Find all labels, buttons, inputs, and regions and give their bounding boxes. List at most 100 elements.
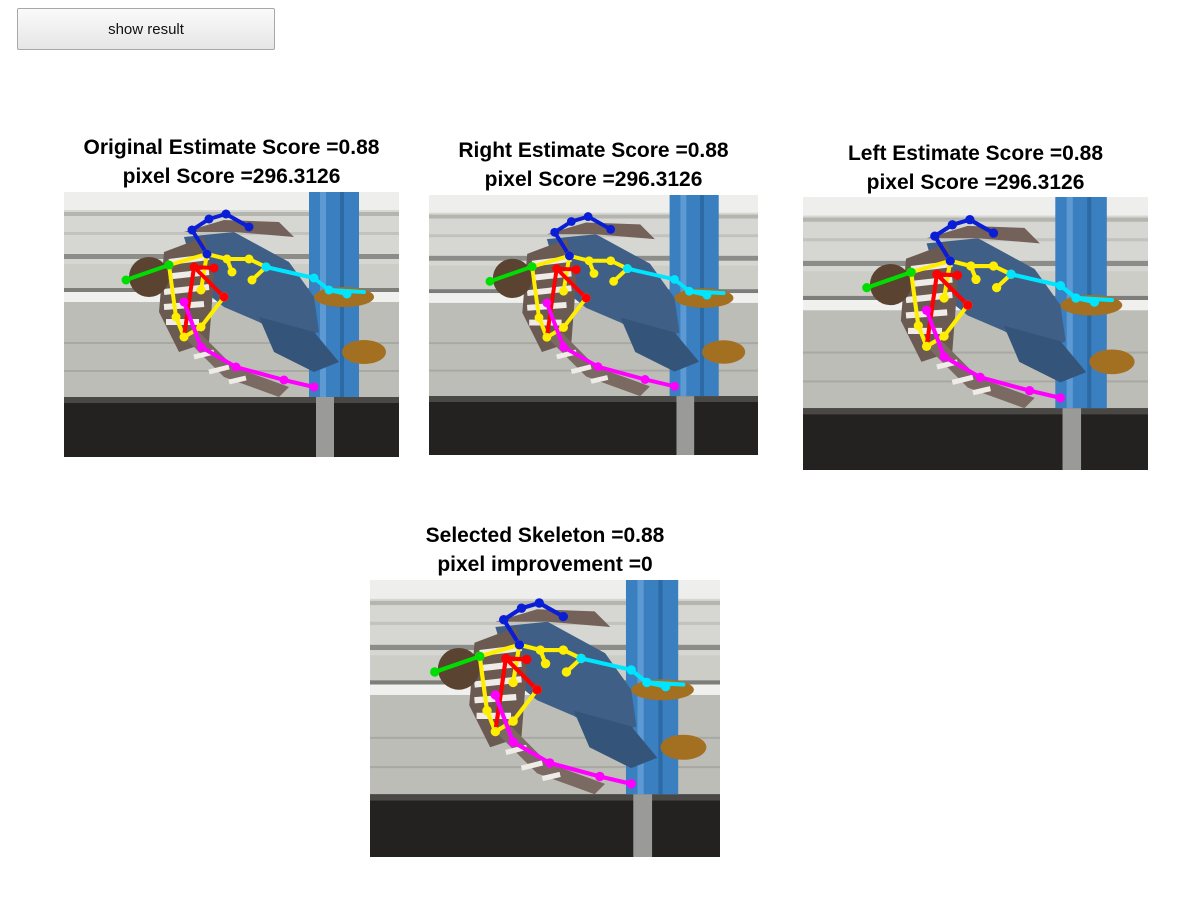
skeleton-joint [342, 289, 352, 299]
skeleton-joint [508, 677, 518, 688]
skeleton-joint [244, 222, 254, 232]
right-score-line: Right Estimate Score =0.88 [458, 139, 729, 162]
skeleton-joint [606, 224, 616, 234]
skeleton-joint [561, 667, 572, 677]
skeleton-joint [501, 653, 511, 664]
skeleton-joint [550, 227, 560, 237]
panel-title: Left Estimate Score =0.88 pixel Score =2… [803, 139, 1148, 197]
original-pixel-score-line: pixel Score =296.3126 [122, 165, 341, 188]
skeleton-joint [971, 274, 981, 285]
skeleton-joint [430, 667, 440, 677]
skeleton-joint [482, 705, 492, 716]
skeleton-joint [171, 312, 181, 322]
skeleton-joint [1055, 280, 1066, 291]
skeleton-joint [988, 261, 999, 271]
skeleton-joint [913, 321, 923, 331]
skeleton-joint [221, 209, 231, 219]
skeleton-joint [589, 269, 599, 278]
skeleton-joint [179, 332, 189, 342]
skeleton-joint [552, 264, 562, 273]
skeleton-joint [670, 381, 679, 391]
skeleton-joint [640, 375, 650, 384]
left-estimate-panel: Left Estimate Score =0.88 pixel Score =2… [803, 138, 1148, 470]
skeleton-joint [540, 658, 551, 669]
panel-title: Selected Skeleton =0.88 pixel improvemen… [370, 521, 720, 579]
skeleton-joint [534, 598, 544, 608]
skeleton-joint [945, 256, 955, 266]
right-pixel-score-line: pixel Score =296.3126 [484, 168, 703, 191]
skeleton-joint [966, 261, 976, 271]
skeleton-joint [244, 254, 254, 264]
skeleton-joint [219, 292, 229, 302]
skeleton-joint [490, 690, 501, 700]
skeleton-joint [932, 269, 942, 279]
skeleton-joint [965, 215, 975, 225]
skeleton-joint [324, 285, 334, 295]
skeleton-joint [516, 603, 527, 613]
skeleton-joint [121, 275, 131, 285]
skeleton-joint [626, 665, 636, 675]
skeleton-joint [595, 771, 605, 782]
skeleton-joint [584, 256, 594, 266]
skeleton-joint [939, 352, 949, 362]
skeleton-joint [622, 264, 632, 273]
skeleton-joint [576, 653, 586, 664]
skeleton-joint [187, 225, 197, 235]
skeleton-joint [1071, 293, 1081, 303]
skeleton-joint [963, 300, 973, 310]
skeleton-joint [559, 286, 568, 296]
skeleton-joint [952, 270, 963, 280]
skeleton-joint [975, 372, 985, 382]
selected-improvement-line: pixel improvement =0 [437, 553, 653, 576]
skeleton-joint [581, 293, 591, 303]
skeleton-joint [565, 251, 574, 261]
skeleton-joint [684, 286, 694, 296]
skeleton-joint [535, 645, 545, 655]
skeleton-joint [571, 265, 581, 274]
skeleton-joint [261, 262, 271, 272]
skeleton-joint [164, 260, 174, 270]
skeleton-joint [609, 276, 619, 286]
skeleton-joint [862, 283, 872, 293]
skeleton-joint [196, 322, 206, 332]
skeleton-joint [196, 342, 206, 352]
skeleton-joint [930, 231, 940, 241]
skeleton-joint [209, 263, 219, 273]
skeleton-joint [991, 283, 1002, 293]
skeleton-joint [490, 726, 501, 737]
skeleton-joint [906, 267, 916, 277]
original-estimate-panel: Original Estimate Score =0.88 pixel Scor… [64, 132, 399, 457]
original-score-line: Original Estimate Score =0.88 [83, 136, 380, 159]
skeleton-joint [947, 220, 957, 230]
skeleton-joint [508, 716, 518, 726]
skeleton-joint [514, 640, 525, 650]
skeleton-joint [642, 677, 652, 688]
skeleton-joint [1024, 386, 1035, 396]
skeleton-joint [921, 305, 932, 315]
skeleton-joint [545, 758, 555, 768]
skeleton-joint [939, 331, 949, 341]
skeleton-joint [1055, 393, 1066, 403]
skeleton-joint [559, 323, 568, 332]
pose-photo [370, 580, 720, 857]
skeleton-joint [559, 342, 568, 352]
skeleton-joint [558, 611, 568, 622]
skeleton-joint [179, 297, 189, 307]
left-score-line: Left Estimate Score =0.88 [847, 142, 1104, 165]
skeleton-joint [279, 375, 289, 385]
pose-photo [429, 195, 758, 455]
skeleton-joint [542, 332, 552, 342]
skeleton-joint [508, 737, 518, 747]
skeleton-joint [534, 313, 544, 323]
skeleton-joint [558, 645, 568, 655]
skeleton-joint [522, 654, 532, 665]
skeleton-joint [583, 212, 593, 221]
skeleton-joint [231, 362, 241, 372]
panel-title: Right Estimate Score =0.88 pixel Score =… [429, 136, 758, 194]
skeleton-joint [247, 275, 257, 285]
skeleton-joint [475, 651, 485, 662]
skeleton-joint [566, 217, 576, 226]
skeleton-joint [196, 285, 206, 295]
show-result-button[interactable]: show result [17, 8, 275, 50]
pose-image [803, 197, 1148, 470]
